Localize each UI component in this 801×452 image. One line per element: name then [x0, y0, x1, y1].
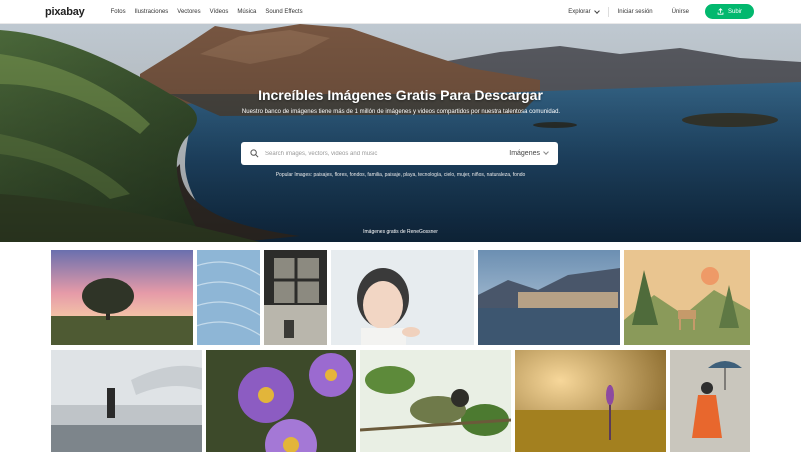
gallery-image-water-drops[interactable] — [197, 250, 260, 345]
gallery-image-child-portrait[interactable] — [331, 250, 474, 345]
upload-icon — [717, 8, 724, 15]
explore-menu[interactable]: Explorar — [568, 7, 600, 15]
top-navbar: pixabay Fotos Ilustraciones Vectores Víd… — [0, 0, 801, 24]
join-link[interactable]: Únirse — [672, 9, 689, 15]
gallery-image-woman-scooter[interactable] — [51, 350, 202, 452]
chevron-down-icon — [543, 149, 549, 155]
gallery-image-lake-village[interactable] — [478, 250, 620, 345]
nav-right: Explorar Iniciar sesión Únirse Subir — [568, 4, 754, 19]
gallery-image-purple-flowers[interactable] — [206, 350, 356, 452]
gallery-image-window-plant[interactable] — [264, 250, 327, 345]
gallery-image-tree-sunset[interactable] — [51, 250, 193, 345]
nav-link-ilustraciones[interactable]: Ilustraciones — [135, 9, 169, 15]
nav-link-musica[interactable]: Música — [237, 9, 256, 15]
search-icon[interactable] — [250, 149, 259, 158]
search-type-dropdown[interactable]: Imágenes — [509, 149, 549, 157]
search-type-label: Imágenes — [509, 150, 540, 157]
main-nav-links: Fotos Ilustraciones Vectores Vídeos Músi… — [111, 9, 303, 15]
nav-link-sound-effects[interactable]: Sound Effects — [265, 9, 302, 15]
explore-label: Explorar — [568, 8, 591, 15]
search-input[interactable] — [265, 150, 495, 157]
gallery-image-meadow-sunset[interactable] — [515, 350, 666, 452]
popular-searches[interactable]: Popular Images: paisajes, flores, fondos… — [0, 172, 801, 178]
image-credit[interactable]: Imágenes gratis de ReneGossner — [0, 229, 801, 235]
nav-link-videos[interactable]: Vídeos — [210, 9, 229, 15]
hero-landscape-image — [0, 24, 801, 242]
upload-button[interactable]: Subir — [704, 4, 754, 19]
hero-title: Increíbles Imágenes Gratis Para Descarga… — [258, 87, 543, 103]
nav-link-vectores[interactable]: Vectores — [177, 9, 200, 15]
upload-label: Subir — [727, 8, 742, 15]
nav-divider — [607, 6, 609, 17]
hero-subtitle: Nuestro banco de imágenes tiene más de 1… — [241, 109, 561, 115]
gallery-image-umbrella-girl[interactable] — [670, 350, 750, 452]
gallery-image-deer-illustration[interactable] — [624, 250, 750, 345]
page: pixabay Fotos Ilustraciones Vectores Víd… — [0, 0, 801, 452]
search-bar: Imágenes — [241, 142, 558, 165]
pixabay-logo[interactable]: pixabay — [45, 6, 85, 18]
hero-banner: Increíbles Imágenes Gratis Para Descarga… — [0, 24, 801, 242]
gallery-image-bird-branch[interactable] — [360, 350, 511, 452]
nav-link-fotos[interactable]: Fotos — [111, 9, 126, 15]
login-link[interactable]: Iniciar sesión — [618, 9, 653, 15]
chevron-down-icon — [593, 7, 600, 14]
